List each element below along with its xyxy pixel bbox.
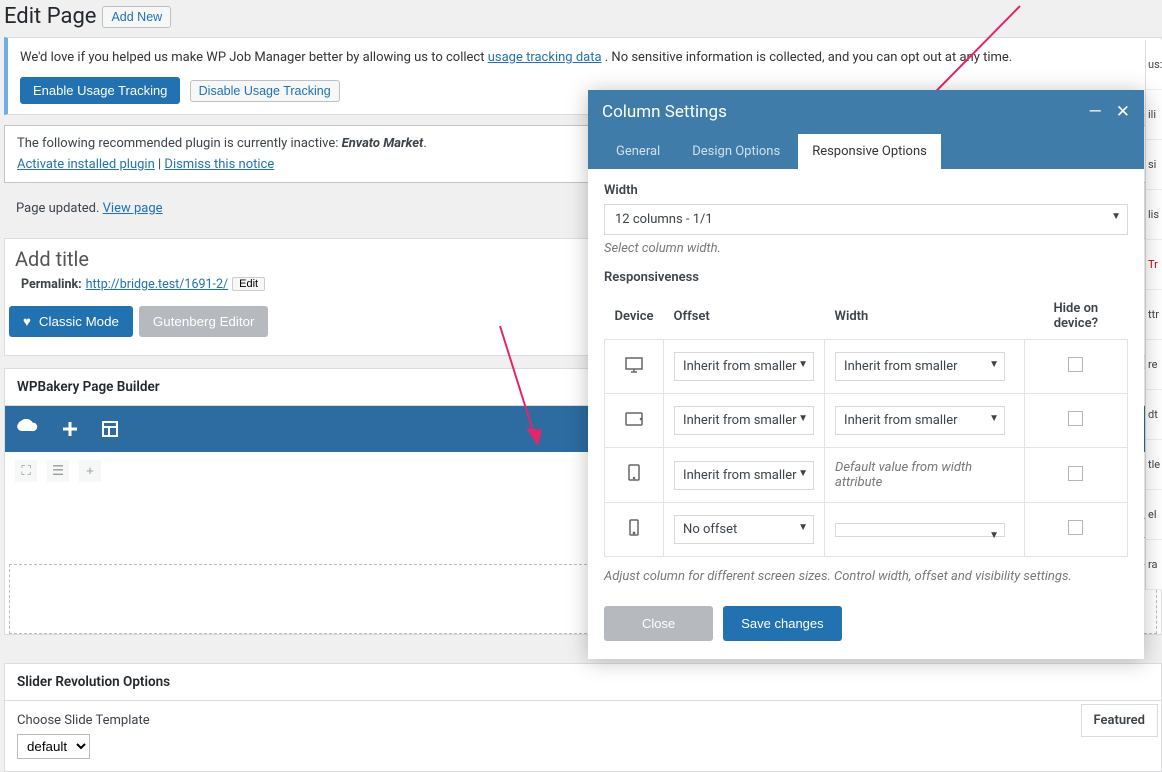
permalink-edit-button[interactable]: Edit <box>232 277 265 291</box>
hide-checkbox[interactable] <box>1068 411 1083 426</box>
page-title: Edit Page <box>4 4 96 29</box>
template-icon[interactable] <box>101 420 119 438</box>
th-offset: Offset <box>664 293 825 340</box>
table-row: Inherit from smaller▼ Inherit from small… <box>605 340 1128 394</box>
hide-checkbox[interactable] <box>1068 357 1083 372</box>
disable-tracking-button[interactable]: Disable Usage Tracking <box>190 80 340 102</box>
slide-template-select[interactable]: default <box>17 734 90 759</box>
offset-select[interactable]: Inherit from smaller▼ <box>674 406 814 435</box>
columns-button[interactable]: ☰ <box>47 460 69 482</box>
tab-general[interactable]: General <box>602 134 674 169</box>
slider-title: Slider Revolution Options <box>5 664 1161 701</box>
view-page-link[interactable]: View page <box>103 201 163 216</box>
column-settings-modal: Column Settings — ✕ General Design Optio… <box>588 90 1144 659</box>
width-select[interactable]: 12 columns - 1/1 ▼ <box>604 204 1128 235</box>
modal-tabs: General Design Options Responsive Option… <box>588 134 1144 169</box>
responsiveness-table: Device Offset Width Hide on device? Inhe… <box>604 293 1128 557</box>
slider-panel: Slider Revolution Options Choose Slide T… <box>4 663 1162 772</box>
width-hint: Select column width. <box>604 241 1128 256</box>
chevron-down-icon: ▼ <box>798 468 808 479</box>
add-icon[interactable] <box>61 420 79 438</box>
chevron-down-icon: ▼ <box>989 530 999 541</box>
classic-mode-button[interactable]: ♥ Classic Mode <box>9 306 133 337</box>
width-label: Width <box>604 183 1128 198</box>
th-hide: Hide on device? <box>1024 293 1127 340</box>
width-mini-select[interactable]: ▼ <box>835 523 1005 537</box>
fullscreen-button[interactable]: ⛶ <box>15 460 37 482</box>
bottom-hint: Adjust column for different screen sizes… <box>604 569 1128 584</box>
tracking-data-link[interactable]: usage tracking data <box>488 50 602 65</box>
chevron-down-icon: ▼ <box>989 359 999 370</box>
responsiveness-label: Responsiveness <box>604 270 1128 285</box>
close-icon[interactable]: ✕ <box>1116 102 1130 122</box>
add-new-button[interactable]: Add New <box>102 6 171 28</box>
choose-template-label: Choose Slide Template <box>17 713 1149 728</box>
tab-design[interactable]: Design Options <box>678 134 794 169</box>
tracking-notice-text-post: . No sensitive information is collected,… <box>605 50 1012 65</box>
modal-title: Column Settings <box>602 102 727 122</box>
gutenberg-button[interactable]: Gutenberg Editor <box>139 306 269 337</box>
chevron-down-icon: ▼ <box>989 413 999 424</box>
modal-footer: Close Save changes <box>588 594 1144 659</box>
minimize-icon[interactable]: — <box>1088 102 1101 122</box>
hide-checkbox[interactable] <box>1068 466 1083 481</box>
chevron-down-icon: ▼ <box>1111 211 1121 222</box>
width-mini-select[interactable]: Inherit from smaller▼ <box>835 352 1005 381</box>
width-mini-select[interactable]: Inherit from smaller▼ <box>835 406 1005 435</box>
activate-plugin-link[interactable]: Activate installed plugin <box>17 157 155 172</box>
close-button[interactable]: Close <box>604 606 713 641</box>
tablet-landscape-icon <box>615 411 653 427</box>
enable-tracking-button[interactable]: Enable Usage Tracking <box>20 77 180 104</box>
permalink-label: Permalink: <box>21 277 82 292</box>
heart-icon: ♥ <box>23 314 31 329</box>
modal-header: Column Settings — ✕ <box>588 90 1144 134</box>
offset-select[interactable]: Inherit from smaller▼ <box>674 461 814 490</box>
save-button[interactable]: Save changes <box>723 606 841 641</box>
width-select-value: 12 columns - 1/1 <box>615 212 713 227</box>
chevron-down-icon: ▼ <box>798 522 808 533</box>
th-device: Device <box>605 293 664 340</box>
dismiss-notice-link[interactable]: Dismiss this notice <box>164 157 274 172</box>
offset-select[interactable]: No offset▼ <box>674 515 814 544</box>
table-row: Inherit from smaller▼ Default value from… <box>605 448 1128 503</box>
desktop-icon <box>615 356 653 374</box>
title-input[interactable]: Add title <box>15 247 89 271</box>
tracking-notice-text-pre: We'd love if you helped us make WP Job M… <box>20 50 488 65</box>
table-row: No offset▼ ▼ <box>605 503 1128 557</box>
plugin-notice-text: The following recommended plugin is curr… <box>17 136 342 151</box>
tab-responsive[interactable]: Responsive Options <box>798 134 941 169</box>
add-row-button[interactable]: + <box>79 460 101 482</box>
table-row: Inherit from smaller▼ Inherit from small… <box>605 394 1128 448</box>
chevron-down-icon: ▼ <box>798 413 808 424</box>
tablet-portrait-icon <box>615 463 653 483</box>
publish-sidebar-peek: us:ilisilisTrttrredttleelra <box>1145 40 1162 590</box>
logo-icon <box>15 419 39 439</box>
plugin-notice-name: Envato Market <box>342 136 424 151</box>
updated-text: Page updated. <box>16 201 99 216</box>
classic-mode-label: Classic Mode <box>39 314 119 329</box>
chevron-down-icon: ▼ <box>798 359 808 370</box>
mobile-icon <box>615 518 653 538</box>
hide-checkbox[interactable] <box>1068 520 1083 535</box>
th-width: Width <box>825 293 1025 340</box>
permalink-url[interactable]: http://bridge.test/1691-2/ <box>86 277 229 292</box>
offset-select[interactable]: Inherit from smaller▼ <box>674 352 814 381</box>
featured-panel-peek: Featured <box>1081 704 1159 737</box>
width-default-text: Default value from width attribute <box>835 460 972 490</box>
